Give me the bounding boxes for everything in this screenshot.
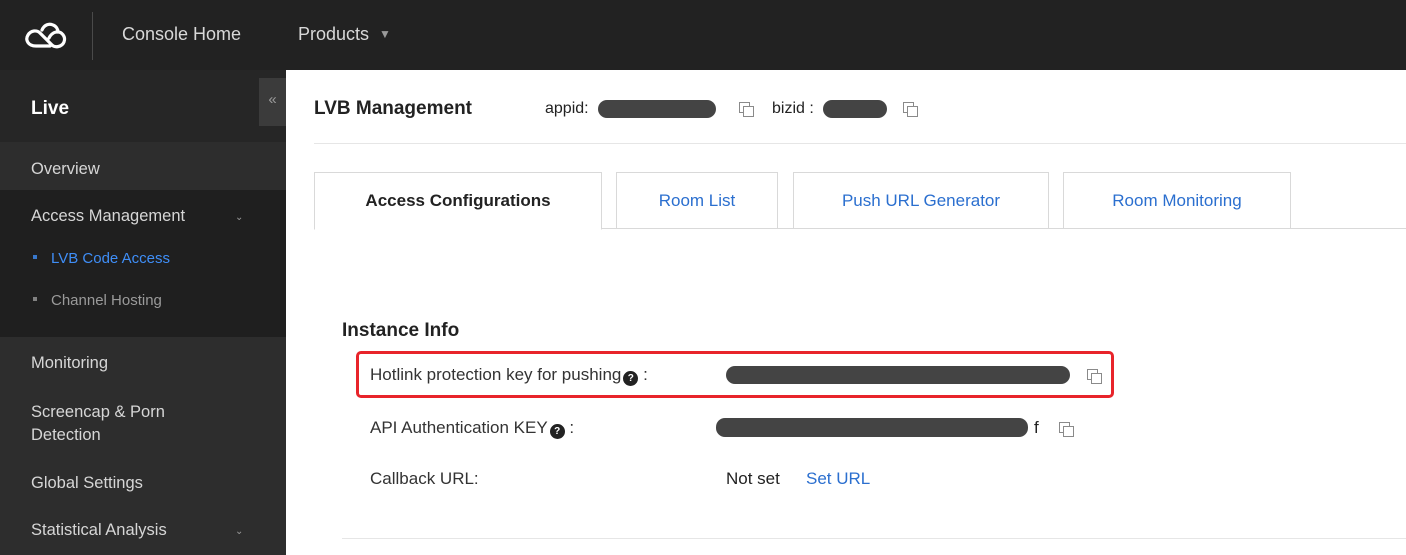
sidebar-subitem-label: LVB Code Access <box>51 250 170 267</box>
sidebar-item-overview[interactable]: Overview <box>31 160 100 179</box>
redacted-api-key <box>716 418 1028 437</box>
products-label: Products <box>298 24 370 44</box>
tab-room-list[interactable]: Room List <box>616 172 778 229</box>
copy-appid-icon[interactable] <box>739 102 754 117</box>
hotlink-key-label: Hotlink protection key for pushing? : <box>370 365 648 386</box>
cloud-logo-icon[interactable] <box>22 16 70 56</box>
tab-access-configurations[interactable]: Access Configurations <box>314 172 602 230</box>
api-key-text: API Authentication KEY <box>370 418 548 437</box>
tab-room-monitoring[interactable]: Room Monitoring <box>1063 172 1291 229</box>
sidebar-item-statistical-analysis[interactable]: Statistical Analysis <box>31 521 167 540</box>
hotlink-key-text: Hotlink protection key for pushing <box>370 365 622 384</box>
logo-divider <box>92 12 93 60</box>
help-icon[interactable]: ? <box>623 371 639 386</box>
caret-down-icon: ▼ <box>379 27 391 41</box>
colon: : <box>569 418 575 437</box>
title-divider <box>314 143 1406 144</box>
redacted-appid <box>598 100 716 118</box>
appid-label: appid: <box>545 100 589 117</box>
sidebar: Live « Overview Access Management ⌄ LVB … <box>0 70 286 555</box>
copy-api-key-icon[interactable] <box>1059 422 1074 437</box>
colon: : <box>643 365 648 384</box>
sidebar-item-monitoring[interactable]: Monitoring <box>31 354 108 373</box>
bullet-icon <box>33 255 37 259</box>
tab-push-url-generator[interactable]: Push URL Generator <box>793 172 1049 229</box>
sidebar-subitem-label: Channel Hosting <box>51 292 162 309</box>
sidebar-title: Live <box>31 98 70 119</box>
section-title: Instance Info <box>342 320 460 341</box>
sidebar-subitem-channel-hosting[interactable]: Channel Hosting <box>33 292 162 309</box>
help-icon[interactable]: ? <box>549 424 565 439</box>
section-divider <box>342 538 1406 539</box>
main-content: LVB Management appid: bizid : Access Con… <box>286 70 1406 555</box>
sidebar-subitem-lvb-code-access[interactable]: LVB Code Access <box>33 250 170 267</box>
redacted-hotlink-key <box>726 366 1070 384</box>
sidebar-item-global-settings[interactable]: Global Settings <box>31 474 143 493</box>
redacted-bizid <box>823 100 887 118</box>
api-key-suffix: f <box>1034 418 1039 437</box>
sidebar-item-access-management[interactable]: Access Management <box>31 207 185 226</box>
sidebar-item-screencap[interactable]: Screencap & Porn <box>31 403 165 422</box>
products-menu[interactable]: Products ▼ <box>298 24 391 45</box>
bullet-icon <box>33 297 37 301</box>
chevron-down-icon: ⌄ <box>235 526 244 537</box>
console-home-link[interactable]: Console Home <box>122 24 241 45</box>
callback-url-value: Not set <box>726 469 780 488</box>
chevron-down-icon: ⌄ <box>235 212 244 223</box>
collapse-sidebar-button[interactable]: « <box>259 78 286 126</box>
copy-hotlink-key-icon[interactable] <box>1087 369 1102 384</box>
sidebar-header: Live <box>0 70 286 142</box>
page-title: LVB Management <box>314 98 473 119</box>
api-key-label: API Authentication KEY? : <box>370 418 574 439</box>
top-navigation-bar: Console Home Products ▼ <box>0 0 1406 70</box>
set-url-link[interactable]: Set URL <box>806 469 870 489</box>
bizid-label: bizid : <box>772 100 814 117</box>
sidebar-item-screencap-line2[interactable]: Detection <box>31 426 101 445</box>
callback-url-label: Callback URL: <box>370 469 479 488</box>
copy-bizid-icon[interactable] <box>903 102 918 117</box>
